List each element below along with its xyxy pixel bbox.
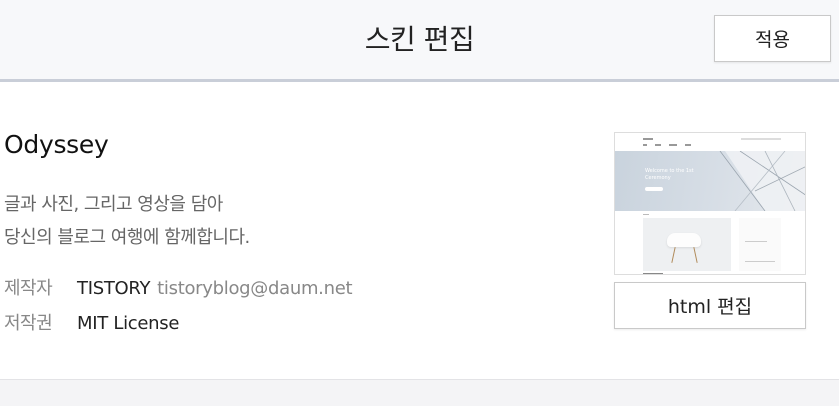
thumbnail-nav <box>615 133 805 151</box>
thumbnail-hero: Welcome to the 1st Ceremony <box>615 151 805 211</box>
skin-info-panel: Odyssey 글과 사진, 그리고 영상을 담아 당신의 블로그 여행에 함께… <box>0 85 839 379</box>
page-header: 스킨 편집 적용 <box>0 0 839 82</box>
skin-name: Odyssey <box>4 130 109 159</box>
license-label: 저작권 <box>4 313 53 334</box>
thumbnail-hero-text: Welcome to the 1st Ceremony <box>645 168 694 182</box>
thumbnail-card-side <box>739 218 781 271</box>
skin-description-line-1: 글과 사진, 그리고 영상을 담아 <box>4 194 223 215</box>
thumbnail-hero-text-line-1: Welcome to the 1st <box>645 168 694 174</box>
skin-meta: 제작자 TISTORY tistoryblog@daum.net 저작권 MIT… <box>4 274 353 344</box>
thumbnail-text-line <box>745 261 775 262</box>
html-edit-button[interactable]: html 편집 <box>614 282 806 329</box>
footer-band <box>0 379 839 406</box>
license-row: 저작권 MIT License <box>4 309 352 344</box>
author-label: 제작자 <box>4 278 53 299</box>
thumbnail-section-line <box>643 214 649 215</box>
thumbnail-chair <box>667 233 701 247</box>
license-value: MIT License <box>77 313 180 334</box>
thumbnail-hero-button <box>645 187 663 191</box>
apply-button[interactable]: 적용 <box>714 15 831 62</box>
author-email: tistoryblog@daum.net <box>157 278 353 299</box>
author-name: TISTORY <box>77 278 151 299</box>
skin-description: 글과 사진, 그리고 영상을 담아 당신의 블로그 여행에 함께합니다. <box>4 188 250 254</box>
author-row: 제작자 TISTORY tistoryblog@daum.net <box>4 274 353 309</box>
thumbnail-caption-line <box>643 273 663 274</box>
thumbnail-hero-graphic <box>719 151 805 211</box>
skin-thumbnail: Welcome to the 1st Ceremony <box>614 132 806 275</box>
thumbnail-text-line <box>745 241 767 242</box>
skin-description-line-2: 당신의 블로그 여행에 함께합니다. <box>4 227 250 248</box>
thumbnail-hero-text-line-2: Ceremony <box>645 175 671 181</box>
